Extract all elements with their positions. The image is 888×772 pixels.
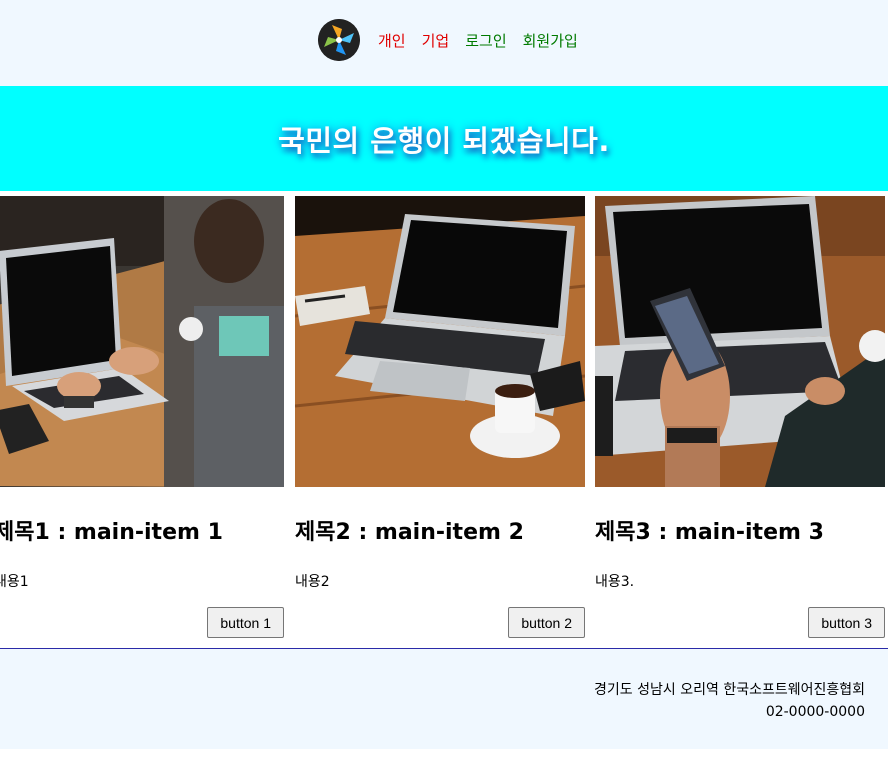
card-3-title: 제목3 : main-item 3 [595,520,824,545]
laptop-phone-photo [595,196,885,487]
card-2: 제목2 : main-item 2 내용2 button 2 [295,196,585,641]
card-3: 제목3 : main-item 3 내용3. button 3 [595,196,885,641]
nav-link-personal[interactable]: 개인 [378,30,406,51]
site-footer: 경기도 성남시 오리역 한국소프트웨어진흥협회 02-0000-0000 [0,648,888,749]
footer-phone: 02-0000-0000 [765,704,865,720]
card-2-text: 내용2 [295,574,330,590]
pinwheel-logo-icon[interactable] [318,19,360,61]
card-2-title: 제목2 : main-item 2 [295,520,524,545]
card-1-title: 제목1 : main-item 1 [0,520,223,545]
hero-banner: 국민의 은행이 되겠습니다. [0,86,888,191]
nav-link-business[interactable]: 기업 [422,30,450,51]
laptop-typing-photo [0,196,284,487]
card-3-button[interactable]: button 3 [808,607,885,638]
hero-title: 국민의 은행이 되겠습니다. [278,123,610,158]
card-1-text: 내용1 [0,574,29,590]
laptop-coffee-photo [295,196,585,487]
footer-address: 경기도 성남시 오리역 한국소프트웨어진흥협회 [594,682,865,698]
nav-link-login[interactable]: 로그인 [465,30,506,51]
site-header: 개인 기업 로그인 회원가입 [0,0,888,86]
nav-link-signup[interactable]: 회원가입 [523,30,578,51]
top-nav: 개인 기업 로그인 회원가입 [318,19,578,61]
card-2-button[interactable]: button 2 [508,607,585,638]
card-1: 제목1 : main-item 1 내용1 button 1 [0,196,284,641]
card-1-button[interactable]: button 1 [207,607,284,638]
card-3-text: 내용3. [595,574,635,590]
